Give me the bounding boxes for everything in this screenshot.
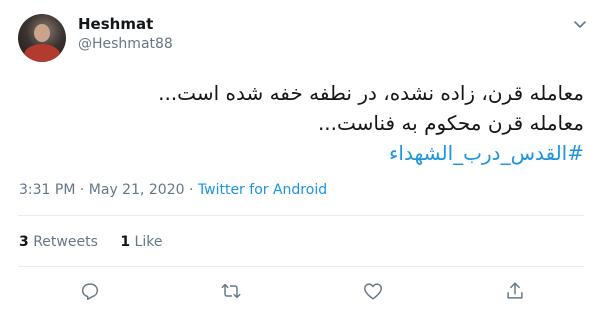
tweet-line-2: معامله قرن محکوم به فناست...	[317, 111, 584, 135]
avatar-head	[34, 24, 50, 42]
likes-count: 1	[120, 234, 131, 250]
divider	[18, 266, 584, 267]
retweets-label: Retweets	[33, 234, 98, 250]
hashtag-link[interactable]: #القدس_درب_الشهداء	[44, 138, 584, 168]
chevron-down-icon[interactable]	[572, 16, 588, 32]
tweet-meta: 3:31 PM · May 21, 2020 · Twitter for And…	[19, 182, 327, 198]
heart-icon[interactable]	[362, 280, 384, 302]
retweets-stat[interactable]: 3 Retweets	[19, 234, 102, 250]
avatar-shoulder	[24, 44, 60, 62]
user-handle[interactable]: @Heshmat88	[78, 36, 173, 52]
tweet-text: معامله قرن، زاده نشده، در نطفه خفه شده ا…	[44, 78, 584, 168]
avatar[interactable]	[18, 14, 66, 62]
divider	[18, 215, 584, 216]
tweet-source-link[interactable]: Twitter for Android	[198, 182, 327, 198]
tweet-time[interactable]: 3:31 PM	[19, 182, 75, 198]
retweets-count: 3	[19, 234, 29, 250]
meta-separator: ·	[79, 182, 85, 198]
share-icon[interactable]	[504, 280, 526, 302]
meta-separator: ·	[188, 182, 194, 198]
tweet-stats: 3 Retweets 1 Like	[19, 234, 180, 250]
tweet-card: Heshmat @Heshmat88 معامله قرن، زاده نشده…	[0, 0, 602, 318]
retweet-icon[interactable]	[220, 280, 242, 302]
likes-stat[interactable]: 1 Like	[120, 234, 162, 250]
reply-icon[interactable]	[79, 280, 101, 302]
tweet-date[interactable]: May 21, 2020	[89, 182, 185, 198]
tweet-line-1: معامله قرن، زاده نشده، در نطفه خفه شده ا…	[158, 81, 584, 105]
user-name[interactable]: Heshmat	[78, 15, 153, 33]
likes-label: Like	[134, 234, 163, 250]
